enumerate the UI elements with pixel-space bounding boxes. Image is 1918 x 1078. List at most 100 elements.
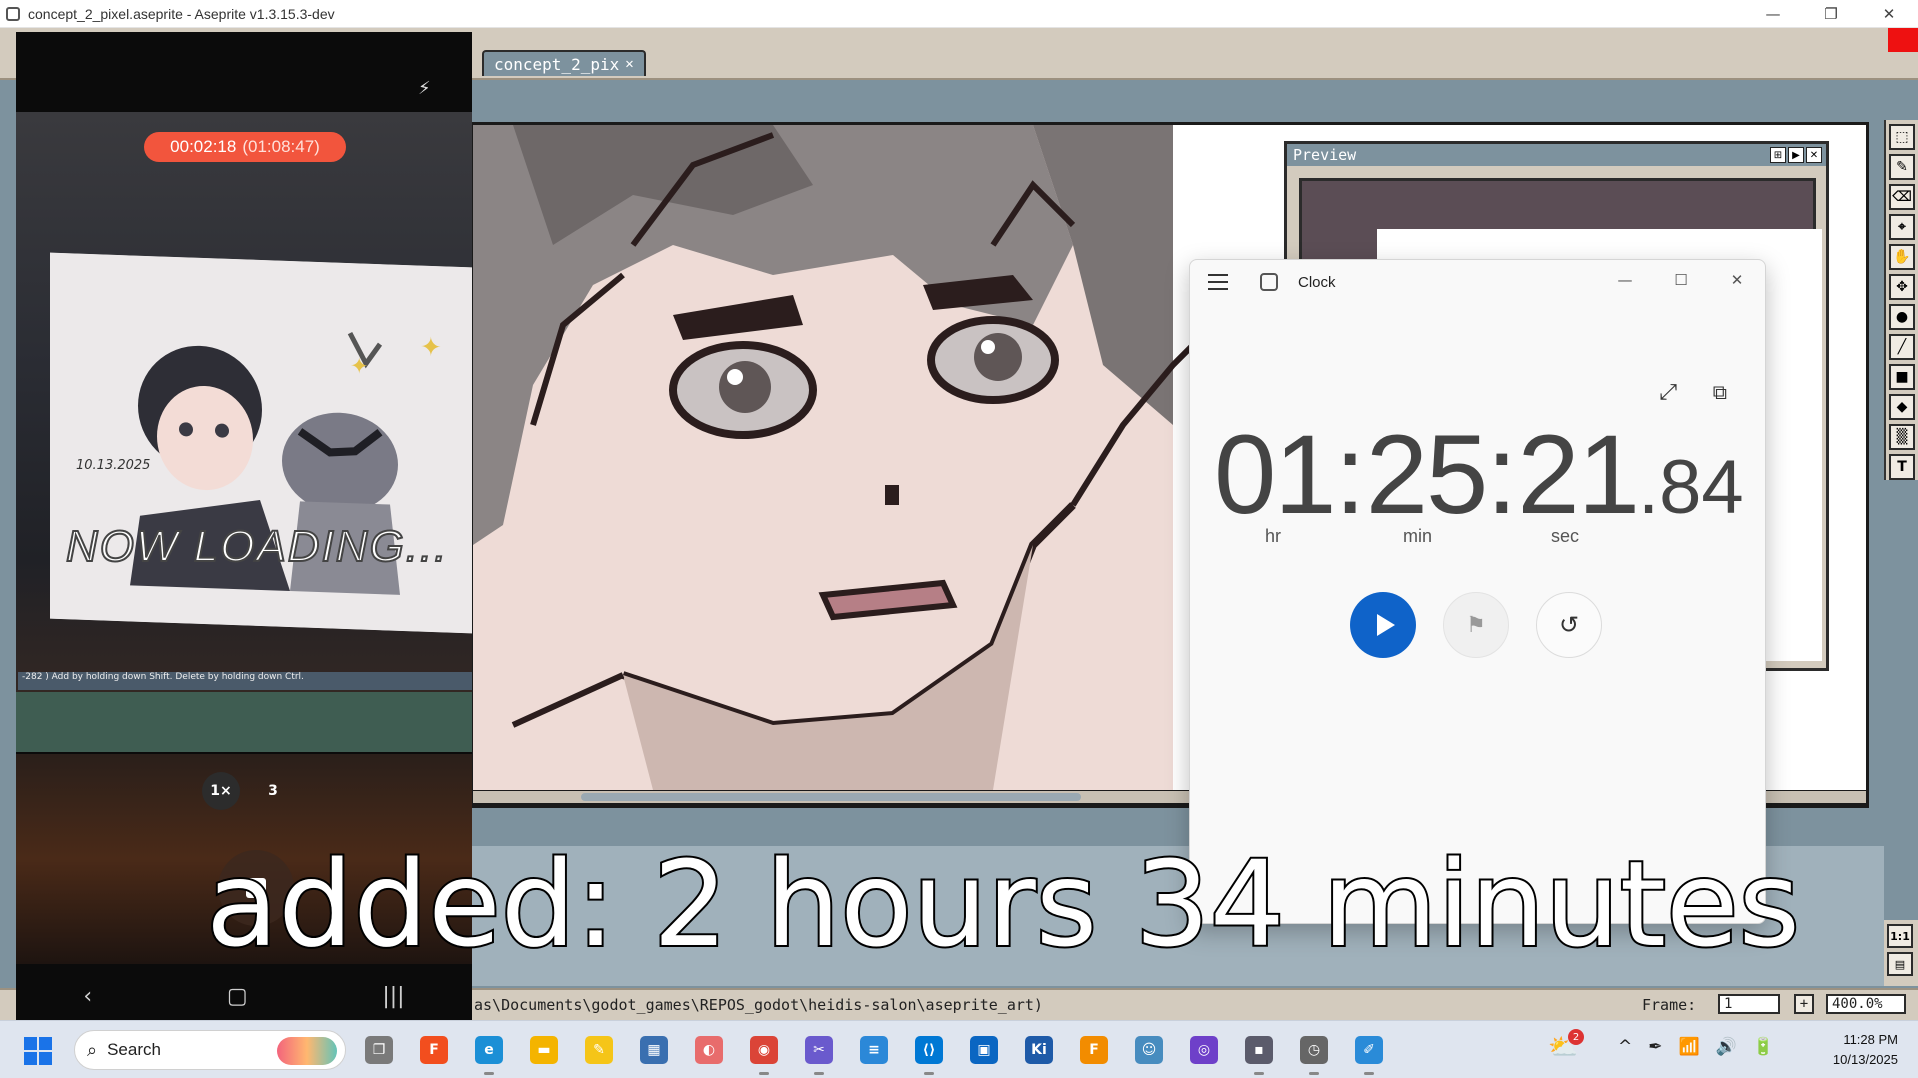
window-title: concept_2_pixel.aseprite - Aseprite v1.3… <box>28 5 335 22</box>
tools-palette: ⬚ ✎ ⌫ ⌖ ✋ ✥ ● ╱ ■ ◆ ▒ T <box>1884 120 1918 480</box>
clock-minimize-button[interactable]: — <box>1597 264 1653 296</box>
battery-icon[interactable]: 🔋 <box>1753 1037 1774 1057</box>
minimize-button[interactable]: — <box>1744 0 1802 28</box>
taskbar-app-snipping-tool[interactable]: ✂ <box>798 1031 840 1075</box>
hand-tool[interactable]: ✋ <box>1889 244 1915 270</box>
label-seconds: sec <box>1551 526 1580 546</box>
start-button[interactable] <box>1350 592 1416 658</box>
zoom-input[interactable]: 400.0% <box>1826 994 1906 1014</box>
paint-icon: ✐ <box>1355 1036 1383 1064</box>
taskbar-date: 10/13/2025 <box>1832 1052 1898 1067</box>
play-icon <box>1376 614 1395 636</box>
taskbar-app-vscode[interactable]: ⟨⟩ <box>908 1031 950 1075</box>
windows-taskbar: ⌕ Search ❐ Fe ▬ ✎ ▦ ◐ ◉ ✂ ≡ ⟨⟩ ▣ Ki F ☺ ◎ ▪ ◷ ✐ ⛅ 2 ^ ✒ 📶… <box>0 1020 1918 1078</box>
wifi-icon[interactable]: 📶 <box>1679 1037 1700 1057</box>
frame-label: Frame: <box>1642 996 1697 1014</box>
move-tool[interactable]: ✥ <box>1889 274 1915 300</box>
clock-close-button[interactable]: ✕ <box>1709 264 1765 296</box>
github-desktop-icon: ◎ <box>1190 1036 1218 1064</box>
taskbar-app-github-desktop[interactable]: ◎ <box>1183 1031 1225 1069</box>
show-hidden-icons[interactable]: ^ <box>1618 1037 1632 1057</box>
lap-button[interactable]: ⚑ <box>1443 592 1509 658</box>
pencil-tool[interactable]: ✎ <box>1889 154 1915 180</box>
taskbar-app-aseprite[interactable]: ▪ <box>1238 1031 1280 1075</box>
taskbar-search[interactable]: ⌕ Search <box>74 1030 346 1070</box>
taskbar-app-edge[interactable]: e <box>468 1031 510 1075</box>
rectangular-marquee-tool[interactable]: ⬚ <box>1889 124 1915 150</box>
taskbar-app-godot[interactable]: ☺ <box>1128 1031 1170 1069</box>
taskbar-app-chrome[interactable]: ◉ <box>743 1031 785 1075</box>
maximize-button[interactable]: ❐ <box>1802 0 1860 28</box>
reset-button[interactable]: ↺ <box>1536 592 1602 658</box>
nav-recents-icon[interactable]: ||| <box>382 984 404 1009</box>
calculator-icon: ▦ <box>640 1036 668 1064</box>
blur-tool[interactable]: ▒ <box>1889 424 1915 450</box>
photographed-monitor: ✦ ✦ <box>50 252 472 634</box>
keep-on-top-icon[interactable]: ⧉ <box>1713 380 1727 404</box>
taskbar-app-task-view[interactable]: ❐ <box>358 1031 400 1069</box>
zoom-1x-button[interactable]: 1× <box>202 772 240 810</box>
tab-concept-2-pixel[interactable]: concept_2_pix ✕ <box>482 50 646 76</box>
actual-size-button[interactable]: 1:1 <box>1887 924 1913 948</box>
clock-app-name: Clock <box>1298 274 1336 291</box>
time-separator: : <box>1486 412 1518 537</box>
taskbar-app-photos[interactable]: ◐ <box>688 1031 730 1069</box>
taskbar-app-fl-studio[interactable]: F <box>1073 1031 1115 1069</box>
hamburger-menu-icon[interactable] <box>1208 274 1228 290</box>
taskbar-app-sticky-notes[interactable]: ✎ <box>578 1031 620 1069</box>
eyedropper-tool[interactable]: ⌖ <box>1889 214 1915 240</box>
scrollbar-thumb[interactable] <box>581 793 1081 801</box>
volume-icon[interactable]: 🔊 <box>1716 1037 1737 1057</box>
fill-tool[interactable]: ● <box>1889 304 1915 330</box>
chrome-icon: ◉ <box>750 1036 778 1064</box>
expand-icon[interactable]: ⤢ <box>1659 380 1677 405</box>
tab-label: concept_2_pix <box>494 54 620 74</box>
taskbar-app-store[interactable]: ▣ <box>963 1031 1005 1069</box>
reset-icon: ↺ <box>1558 611 1580 639</box>
preview-center-icon[interactable]: ⊞ <box>1770 147 1786 163</box>
fl-studio-icon: F <box>1080 1036 1108 1064</box>
taskbar-app-clock[interactable]: ◷ <box>1293 1031 1335 1075</box>
task-view-icon: ❐ <box>365 1036 393 1064</box>
preview-close-icon[interactable]: ✕ <box>1806 147 1822 163</box>
rectangle-tool[interactable]: ■ <box>1889 364 1915 390</box>
contour-tool[interactable]: ◆ <box>1889 394 1915 420</box>
stopwatch-seconds: 21 <box>1517 412 1640 537</box>
close-button[interactable]: ✕ <box>1860 0 1918 28</box>
frame-input[interactable]: 1 <box>1718 994 1780 1014</box>
stopwatch-hundredths: .84 <box>1637 445 1744 530</box>
taskbar-app-krita[interactable]: Ki <box>1018 1031 1060 1069</box>
add-frame-button[interactable]: + <box>1794 994 1814 1014</box>
text-tool[interactable]: T <box>1889 454 1915 480</box>
nav-back-icon[interactable]: ‹ <box>83 984 92 1009</box>
flash-off-icon[interactable]: ⚡ <box>418 78 431 99</box>
taskbar-app-notepad[interactable]: ≡ <box>853 1031 895 1069</box>
window-titlebar: concept_2_pixel.aseprite - Aseprite v1.3… <box>0 0 1918 28</box>
taskbar-app-paint[interactable]: ✐ <box>1348 1031 1390 1075</box>
taskbar-app-calculator[interactable]: ▦ <box>633 1031 675 1069</box>
eraser-tool[interactable]: ⌫ <box>1889 184 1915 210</box>
nav-home-icon[interactable]: ▢ <box>227 984 248 1009</box>
aseprite-app-icon <box>6 6 20 21</box>
photos-icon: ◐ <box>695 1036 723 1064</box>
taskbar-apps: ❐ Fe ▬ ✎ ▦ ◐ ◉ ✂ ≡ ⟨⟩ ▣ Ki F ☺ ◎ ▪ ◷ ✐ <box>358 1031 1390 1075</box>
snipping-tool-icon: ✂ <box>805 1036 833 1064</box>
zoom-3x-button[interactable]: 3 <box>254 772 292 810</box>
system-tray: ⛅ 2 ^ ✒ 📶 🔊 🔋 11:28 PM 10/13/2025 <box>1548 1021 1918 1078</box>
tab-close-icon[interactable]: ✕ <box>625 56 633 72</box>
taskbar-clock[interactable]: 11:28 PM 10/13/2025 <box>1833 1030 1898 1070</box>
photographed-taskbar <box>16 692 472 752</box>
pen-icon[interactable]: ✒ <box>1648 1037 1662 1057</box>
taskbar-app-figma[interactable]: F <box>413 1031 455 1069</box>
timeline-toggle-button[interactable]: ▤ <box>1887 952 1913 976</box>
clock-icon: ◷ <box>1300 1036 1328 1064</box>
line-tool[interactable]: ╱ <box>1889 334 1915 360</box>
clock-titlebar: Clock — ☐ ✕ <box>1190 260 1765 306</box>
preview-play-icon[interactable]: ▶ <box>1788 147 1804 163</box>
preview-title: Preview <box>1287 144 1826 166</box>
aseprite-flag-icon <box>1888 28 1918 52</box>
aseprite-icon: ▪ <box>1245 1036 1273 1064</box>
clock-maximize-button[interactable]: ☐ <box>1653 264 1709 296</box>
start-button[interactable] <box>24 1037 52 1065</box>
taskbar-app-file-explorer[interactable]: ▬ <box>523 1031 565 1069</box>
